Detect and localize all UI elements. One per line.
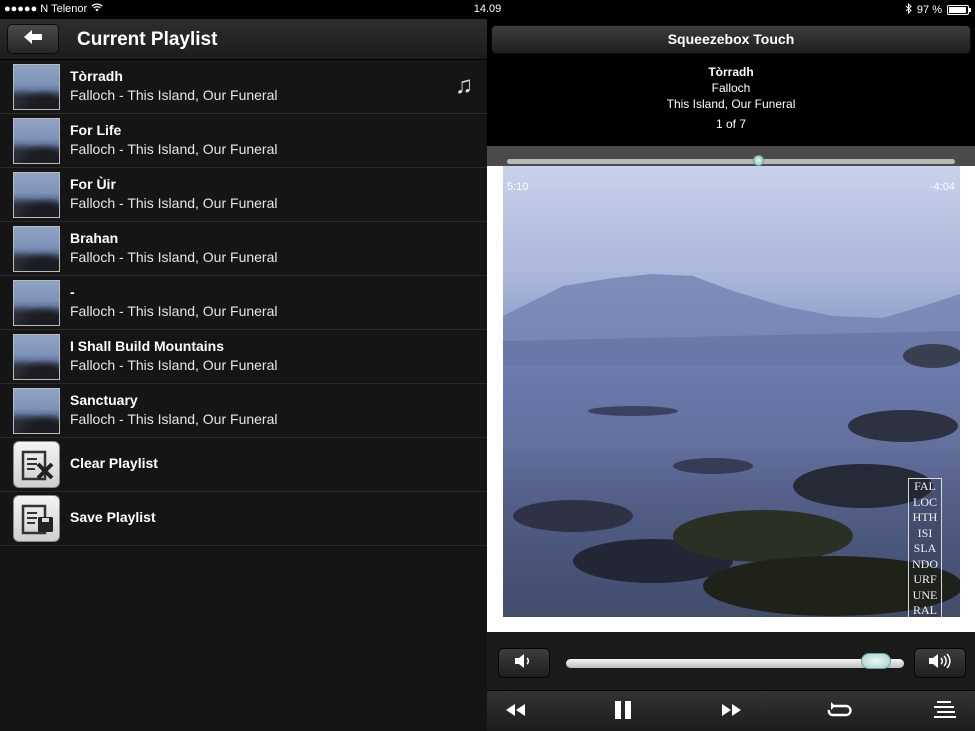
album-art-lettering: FAL LOC HTH ISI SLA NDO URF UNE RAL bbox=[908, 478, 942, 617]
repeat-icon bbox=[826, 701, 852, 724]
clock: 14.09 bbox=[473, 3, 502, 15]
track-title: For Life bbox=[70, 122, 122, 138]
pause-button[interactable] bbox=[601, 699, 645, 725]
list-icon bbox=[933, 700, 957, 725]
playlist-track-row[interactable]: Tòrradh Falloch - This Island, Our Funera… bbox=[0, 60, 487, 114]
volume-up-button[interactable] bbox=[914, 648, 966, 678]
album-art-letter-row: UNE bbox=[912, 587, 938, 602]
repeat-button[interactable] bbox=[817, 699, 861, 725]
previous-button[interactable] bbox=[493, 699, 537, 725]
album-art-letter-row: NDO bbox=[912, 556, 938, 571]
action-label: Clear Playlist bbox=[70, 455, 158, 471]
rewind-icon bbox=[504, 703, 526, 722]
action-label: Save Playlist bbox=[70, 509, 156, 525]
now-playing-artist: Falloch bbox=[711, 81, 751, 95]
album-thumbnail bbox=[13, 388, 60, 434]
seek-knob[interactable] bbox=[752, 155, 764, 166]
speaker-high-icon bbox=[928, 652, 952, 674]
track-subtitle: Falloch - This Island, Our Funeral bbox=[70, 249, 278, 265]
elapsed-time: 5:10 bbox=[507, 181, 529, 193]
album-art-letter-row: RAL bbox=[913, 603, 937, 617]
album-thumbnail bbox=[13, 334, 60, 380]
music-note-icon: ♫ bbox=[455, 72, 473, 99]
page-title: Current Playlist bbox=[77, 29, 218, 50]
now-playing-album: This Island, Our Funeral bbox=[666, 97, 796, 111]
battery-percent: 97 % bbox=[916, 4, 942, 16]
track-position: 1 of 7 bbox=[715, 117, 747, 131]
track-title: Tòrradh bbox=[70, 68, 123, 84]
track-title: Sanctuary bbox=[70, 392, 138, 408]
back-arrow-icon bbox=[23, 29, 43, 50]
album-thumbnail bbox=[13, 172, 60, 218]
playlist-track-row[interactable]: - Falloch - This Island, Our Funeral bbox=[0, 276, 487, 330]
ipad-screen: ●●●●● N Telenor 14.09 97 % Current Playl… bbox=[0, 0, 975, 731]
album-art-frame: FAL LOC HTH ISI SLA NDO URF UNE RAL 5:10 -4:04 bbox=[487, 166, 975, 632]
playlist-track-row[interactable]: For Life Falloch - This Island, Our Funer… bbox=[0, 114, 487, 168]
album-thumbnail bbox=[13, 64, 60, 110]
album-art-letter-row: HTH bbox=[912, 510, 938, 524]
next-button[interactable] bbox=[710, 699, 754, 725]
album-art-letter-row: URF bbox=[913, 572, 937, 586]
track-subtitle: Falloch - This Island, Our Funeral bbox=[70, 195, 278, 211]
seek-track[interactable] bbox=[507, 159, 955, 164]
playlist-header: Current Playlist bbox=[0, 19, 487, 60]
status-bar: ●●●●● N Telenor 14.09 97 % bbox=[0, 0, 975, 19]
album-art-letter-row: SLA bbox=[913, 541, 937, 555]
seek-bar-area bbox=[487, 146, 975, 166]
playlist-actions: Clear Playlist Save Playlist bbox=[0, 438, 487, 546]
save-playlist-button[interactable]: Save Playlist bbox=[0, 492, 487, 546]
bluetooth-icon bbox=[905, 2, 912, 17]
playlist-track-row[interactable]: Brahan Falloch - This Island, Our Funeral bbox=[0, 222, 487, 276]
album-art-letter-row: ISI bbox=[917, 525, 933, 540]
volume-knob[interactable] bbox=[861, 653, 892, 669]
fast-forward-icon bbox=[721, 703, 743, 722]
volume-track[interactable] bbox=[566, 659, 904, 668]
playlist-panel: Current Playlist Tòrradh Falloch - This I… bbox=[0, 19, 487, 731]
track-title: Brahan bbox=[70, 230, 119, 246]
player-select-button[interactable]: Squeezebox Touch bbox=[491, 25, 971, 54]
track-list: Tòrradh Falloch - This Island, Our Funera… bbox=[0, 60, 487, 438]
volume-bar bbox=[487, 632, 975, 690]
battery-level bbox=[949, 7, 967, 13]
volume-down-button[interactable] bbox=[498, 648, 550, 678]
playlist-track-row[interactable]: I Shall Build Mountains Falloch - This Is… bbox=[0, 330, 487, 384]
battery-icon bbox=[947, 5, 971, 15]
now-playing-track: Tòrradh bbox=[708, 65, 754, 79]
clear-playlist-icon bbox=[13, 441, 60, 488]
track-subtitle: Falloch - This Island, Our Funeral bbox=[70, 411, 278, 427]
now-playing-panel: Squeezebox Touch Tòrradh Falloch This Is… bbox=[487, 19, 975, 731]
track-subtitle: Falloch - This Island, Our Funeral bbox=[70, 357, 278, 373]
save-playlist-icon bbox=[13, 495, 60, 542]
speaker-low-icon bbox=[514, 653, 534, 674]
album-art-letter-row: LOC bbox=[913, 494, 937, 509]
back-button[interactable] bbox=[7, 24, 59, 54]
album-thumbnail bbox=[13, 280, 60, 326]
track-title: - bbox=[70, 284, 75, 300]
pause-icon bbox=[613, 700, 633, 725]
playlist-menu-button[interactable] bbox=[923, 699, 967, 725]
playlist-track-row[interactable]: Sanctuary Falloch - This Island, Our Fune… bbox=[0, 384, 487, 438]
album-thumbnail bbox=[13, 118, 60, 164]
track-subtitle: Falloch - This Island, Our Funeral bbox=[70, 87, 278, 103]
clear-playlist-button[interactable]: Clear Playlist bbox=[0, 438, 487, 492]
transport-controls bbox=[487, 690, 975, 731]
remaining-time: -4:04 bbox=[929, 181, 955, 193]
album-art-letter-row: FAL bbox=[914, 479, 936, 493]
album-thumbnail bbox=[13, 226, 60, 272]
playlist-track-row[interactable]: For Ùir Falloch - This Island, Our Funera… bbox=[0, 168, 487, 222]
track-title: For Ùir bbox=[70, 176, 116, 192]
track-subtitle: Falloch - This Island, Our Funeral bbox=[70, 141, 278, 157]
track-title: I Shall Build Mountains bbox=[70, 338, 224, 354]
track-subtitle: Falloch - This Island, Our Funeral bbox=[70, 303, 278, 319]
album-art: FAL LOC HTH ISI SLA NDO URF UNE RAL bbox=[503, 166, 960, 617]
